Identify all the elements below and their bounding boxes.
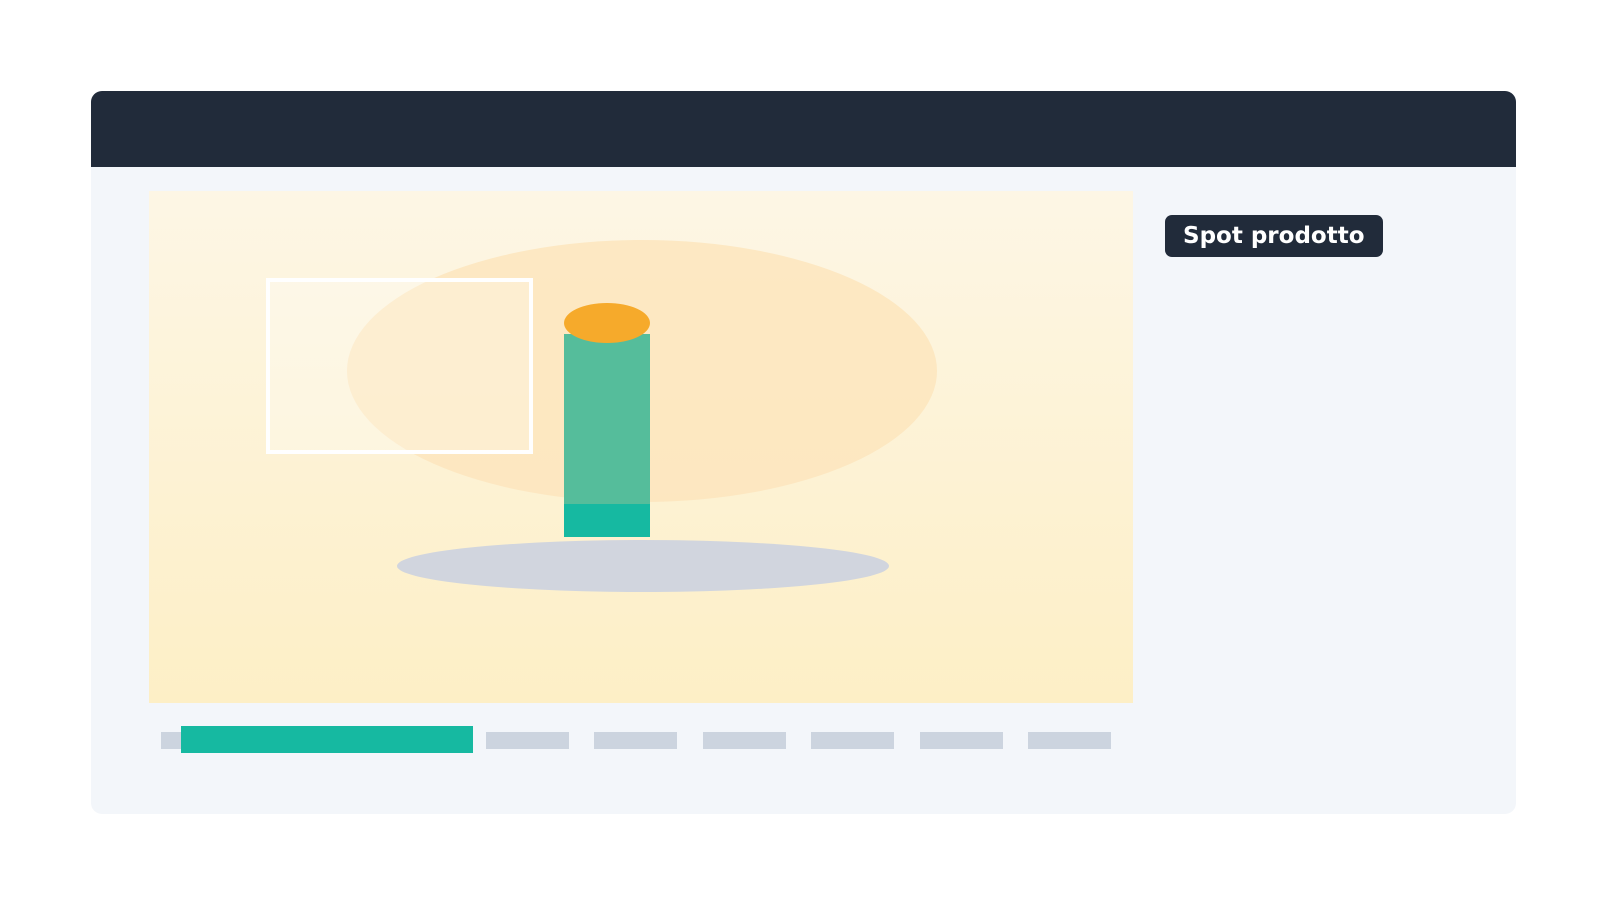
- title-bar: [91, 91, 1516, 167]
- product-cap: [564, 303, 650, 343]
- timeline-progress[interactable]: [181, 726, 473, 753]
- app-window: Spot prodotto: [91, 91, 1516, 814]
- timeline[interactable]: [149, 725, 1133, 755]
- product-body: [564, 334, 650, 504]
- timeline-segment[interactable]: [920, 732, 1003, 749]
- preview-canvas[interactable]: [149, 191, 1133, 703]
- timeline-segment[interactable]: [1028, 732, 1111, 749]
- scene-label-badge: Spot prodotto: [1165, 215, 1383, 257]
- timeline-start: [161, 732, 181, 749]
- timeline-segment[interactable]: [811, 732, 894, 749]
- floor-shadow: [397, 540, 889, 592]
- product-base: [564, 501, 650, 537]
- product-scene: [266, 240, 937, 592]
- timeline-segment[interactable]: [703, 732, 786, 749]
- timeline-segment[interactable]: [486, 732, 569, 749]
- selection-frame[interactable]: [266, 278, 533, 454]
- timeline-segment[interactable]: [594, 732, 677, 749]
